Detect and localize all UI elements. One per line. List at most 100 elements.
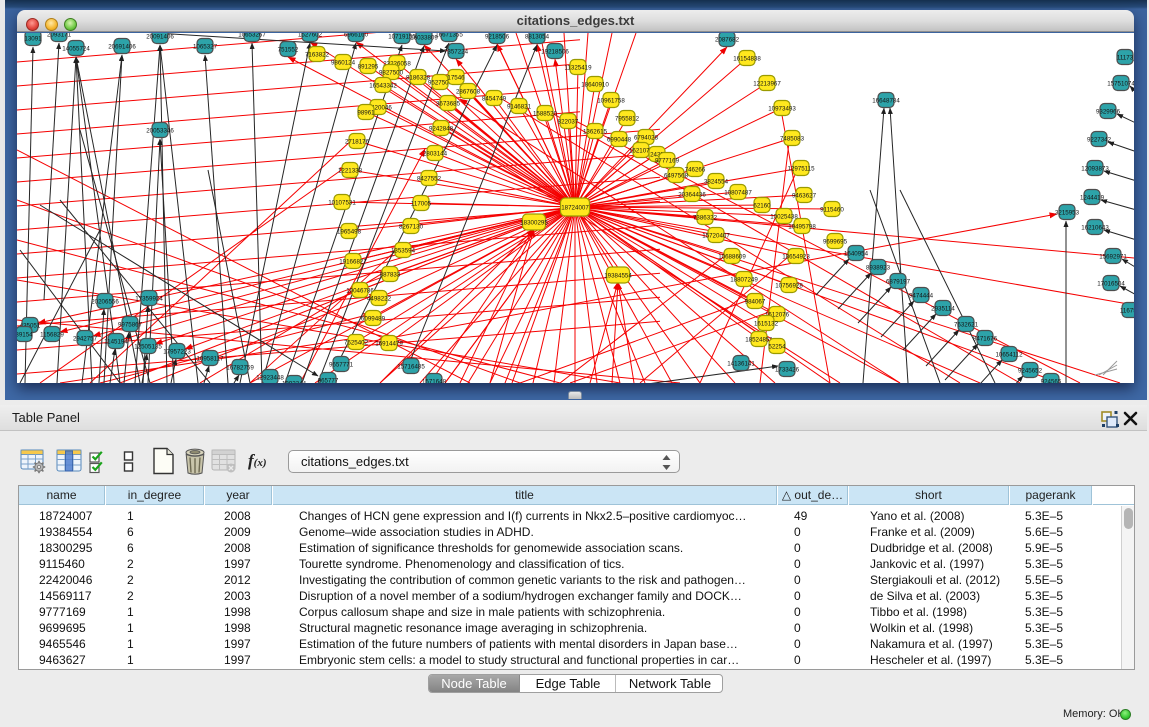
- svg-text:18640910: 18640910: [581, 81, 609, 88]
- svg-text:924565: 924565: [1041, 378, 1062, 383]
- svg-text:6497568: 6497568: [664, 172, 689, 179]
- svg-text:12923448: 12923448: [256, 374, 284, 381]
- svg-text:16543342: 16543342: [369, 82, 397, 89]
- svg-text:2935114: 2935114: [931, 305, 955, 312]
- svg-text:17957223: 17957223: [163, 348, 191, 355]
- svg-text:19495798: 19495798: [788, 223, 816, 230]
- svg-text:18724007: 18724007: [561, 204, 589, 211]
- svg-text:6099489: 6099489: [361, 315, 386, 322]
- svg-text:7485083: 7485083: [780, 135, 805, 142]
- svg-text:7632621: 7632621: [954, 321, 979, 328]
- svg-text:7625402: 7625402: [344, 339, 369, 346]
- svg-text:7357224: 7357224: [444, 48, 469, 55]
- svg-text:16671355: 16671355: [435, 33, 463, 38]
- svg-text:1156829: 1156829: [40, 331, 64, 338]
- svg-text:1362615: 1362615: [583, 128, 608, 135]
- svg-text:8813054: 8813054: [525, 33, 550, 40]
- svg-text:10688609: 10688609: [718, 253, 746, 260]
- svg-text:16648784: 16648784: [872, 97, 900, 104]
- svg-text:1527602: 1527602: [298, 33, 323, 38]
- svg-text:18300295: 18300295: [520, 219, 548, 226]
- svg-text:6990448: 6990448: [607, 136, 632, 143]
- svg-text:6794028: 6794028: [634, 134, 659, 141]
- svg-text:52254: 52254: [768, 343, 786, 350]
- svg-text:9245652: 9245652: [1018, 367, 1043, 374]
- svg-text:10046786: 10046786: [346, 287, 374, 294]
- svg-text:12093873: 12093873: [1081, 165, 1109, 172]
- svg-text:17546: 17546: [447, 74, 465, 81]
- svg-text:2867608: 2867608: [456, 88, 481, 95]
- svg-text:3215953: 3215953: [1055, 209, 1080, 216]
- svg-text:7163822: 7163822: [305, 51, 330, 58]
- svg-text:9777169: 9777169: [655, 157, 680, 164]
- svg-text:891295: 891295: [358, 63, 379, 70]
- svg-text:9227342: 9227342: [1087, 136, 1112, 143]
- svg-text:9115460: 9115460: [820, 206, 844, 213]
- svg-text:20206556: 20206556: [91, 298, 119, 305]
- svg-text:8427552: 8427552: [417, 175, 442, 182]
- svg-text:11325419: 11325419: [564, 64, 592, 71]
- svg-text:1571648: 1571648: [422, 378, 447, 383]
- svg-text:9146821: 9146821: [507, 103, 532, 110]
- svg-text:9329966: 9329966: [1096, 108, 1121, 115]
- svg-text:1640954: 1640954: [844, 250, 869, 257]
- svg-text:9242848: 9242848: [429, 125, 454, 132]
- svg-text:10025438: 10025438: [770, 213, 798, 220]
- svg-text:10973493: 10973493: [768, 105, 796, 112]
- svg-text:2718176: 2718176: [345, 138, 370, 145]
- svg-text:8186328: 8186328: [406, 74, 431, 81]
- svg-text:10807487: 10807487: [724, 189, 752, 196]
- svg-text:14055724: 14055724: [62, 45, 90, 52]
- svg-text:10756928: 10756928: [775, 282, 803, 289]
- svg-text:1615132: 1615132: [754, 320, 779, 327]
- svg-text:9474444: 9474444: [909, 292, 934, 299]
- svg-text:15692971: 15692971: [1099, 253, 1127, 260]
- svg-text:20091406: 20091406: [146, 33, 174, 40]
- svg-text:1733426: 1733426: [775, 366, 800, 373]
- svg-text:887833: 887833: [380, 271, 401, 278]
- svg-text:1244419: 1244419: [1080, 194, 1105, 201]
- svg-text:9975867: 9975867: [118, 321, 143, 328]
- svg-text:2942757: 2942757: [73, 335, 98, 342]
- svg-text:62160: 62160: [753, 202, 771, 209]
- svg-text:10961758: 10961758: [597, 97, 625, 104]
- svg-text:9699695: 9699695: [823, 238, 848, 245]
- svg-text:9860124: 9860124: [331, 59, 356, 66]
- svg-text:19218506: 19218506: [541, 48, 569, 55]
- svg-text:2803144: 2803144: [423, 150, 448, 157]
- svg-text:2093171: 2093171: [47, 33, 72, 38]
- svg-text:20691406: 20691406: [108, 43, 136, 50]
- svg-text:965777: 965777: [318, 377, 339, 383]
- svg-text:4498222: 4498222: [367, 295, 392, 302]
- svg-text:12505135: 12505135: [134, 343, 162, 350]
- svg-text:16782759: 16782759: [226, 364, 254, 371]
- svg-text:8454749: 8454749: [482, 95, 507, 102]
- svg-text:20364436: 20364436: [678, 191, 706, 198]
- svg-text:1965498: 1965498: [337, 228, 362, 235]
- svg-text:9463627: 9463627: [792, 192, 817, 199]
- svg-text:116753: 116753: [1120, 307, 1134, 314]
- svg-text:15720407: 15720407: [702, 232, 730, 239]
- svg-text:11173: 11173: [1117, 54, 1134, 61]
- svg-text:16210643: 16210643: [1081, 224, 1109, 231]
- svg-text:7386322: 7386322: [693, 214, 718, 221]
- svg-text:1353594: 1353594: [391, 247, 416, 254]
- svg-text:12213967: 12213967: [753, 80, 781, 87]
- svg-text:8267130: 8267130: [399, 223, 424, 230]
- svg-text:17359924: 17359924: [135, 295, 163, 302]
- svg-text:19384554: 19384554: [604, 272, 632, 279]
- svg-text:1145194: 1145194: [104, 338, 128, 345]
- svg-text:10654112: 10654112: [995, 351, 1023, 358]
- svg-text:3673685: 3673685: [436, 100, 461, 107]
- svg-text:98961: 98961: [357, 109, 375, 116]
- svg-text:16154838: 16154838: [733, 55, 761, 62]
- svg-text:1588520: 1588520: [533, 110, 558, 117]
- svg-text:17016504: 17016504: [1097, 280, 1125, 287]
- svg-text:984067: 984067: [745, 298, 766, 305]
- svg-text:12975115: 12975115: [787, 165, 815, 172]
- svg-text:1221338: 1221338: [338, 167, 363, 174]
- svg-text:15716485: 15716485: [397, 363, 425, 370]
- svg-text:117005: 117005: [411, 200, 432, 207]
- svg-text:2087682: 2087682: [715, 36, 740, 43]
- svg-text:39154: 39154: [17, 331, 33, 338]
